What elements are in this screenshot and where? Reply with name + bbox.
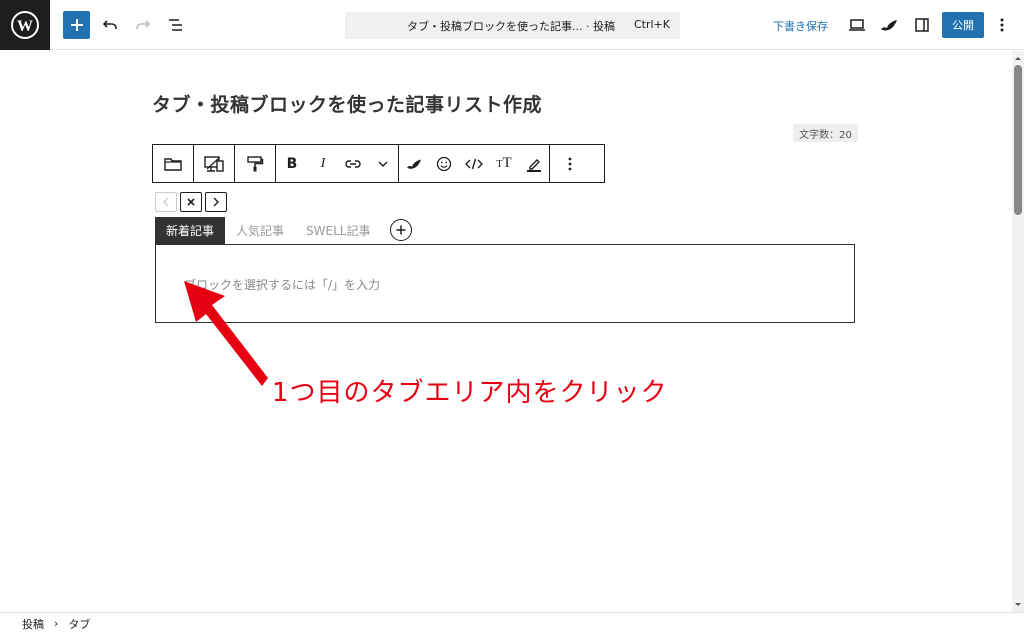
block-breadcrumb: 投稿 › タブ (0, 612, 1024, 634)
device-toggle-icon (204, 155, 224, 172)
chevron-left-icon (163, 197, 169, 207)
more-vertical-icon (1000, 18, 1004, 32)
sidebar-toggle-icon (915, 18, 929, 32)
scroll-down-icon (1015, 603, 1021, 606)
options-menu-button[interactable] (992, 11, 1012, 39)
annotation-text: 1つ目のタブエリア内をクリック (272, 378, 668, 408)
redo-button[interactable] (131, 11, 155, 39)
scrollbar-thumb[interactable] (1014, 65, 1022, 215)
tab-navigation-controls (155, 192, 227, 212)
save-draft-button[interactable]: 下書き保存 (773, 18, 828, 34)
wordpress-logo-button[interactable]: W (0, 0, 50, 50)
character-count-badge: 文字数：20 (793, 124, 858, 142)
breadcrumb-separator: › (54, 617, 59, 630)
command-palette-bar[interactable]: タブ・投稿ブロックを使った記事... · 投稿 Ctrl+K (345, 12, 680, 39)
block-toolbar: B I TT (152, 144, 605, 183)
settings-sidebar-button[interactable] (910, 11, 934, 39)
bold-button[interactable]: B (276, 145, 308, 182)
move-tab-left-button[interactable] (155, 192, 177, 212)
folder-tab-icon (164, 157, 182, 171)
emoji-button[interactable] (429, 145, 459, 182)
chevron-right-icon (213, 197, 219, 207)
more-vertical-icon (568, 157, 572, 170)
document-overview-button[interactable] (164, 11, 188, 39)
tab-swell-posts[interactable]: SWELL記事 (295, 217, 381, 244)
add-tab-button[interactable] (390, 219, 412, 241)
breadcrumb-item-post[interactable]: 投稿 (22, 616, 44, 632)
block-type-button[interactable] (153, 145, 193, 182)
link-button[interactable] (338, 145, 368, 182)
swell-leaf-icon (407, 159, 421, 169)
breadcrumb-item-tab[interactable]: タブ (68, 616, 90, 632)
paint-roller-icon (247, 155, 264, 171)
tab-content-area[interactable]: ブロックを選択するには「/」を入力 (155, 244, 855, 323)
swell-format-button[interactable] (399, 145, 429, 182)
block-inserter-button[interactable] (63, 11, 90, 39)
scroll-up-icon (1015, 57, 1021, 60)
command-shortcut: Ctrl+K (633, 18, 670, 31)
inline-code-button[interactable] (459, 145, 489, 182)
command-bar-title: タブ・投稿ブロックを使った記事... · 投稿 (407, 20, 615, 33)
tab-popular-posts[interactable]: 人気記事 (225, 217, 295, 244)
more-rich-text-button[interactable] (368, 145, 398, 182)
code-icon (465, 158, 483, 169)
link-icon (345, 159, 361, 168)
marker-pen-icon (527, 158, 541, 172)
publish-button[interactable]: 公開 (942, 12, 984, 38)
preview-button[interactable] (845, 11, 869, 39)
smiley-icon (436, 156, 452, 171)
laptop-icon (849, 19, 865, 31)
close-icon (187, 198, 195, 206)
undo-button[interactable] (98, 11, 122, 39)
style-brush-button[interactable] (235, 145, 275, 182)
plus-icon (396, 225, 406, 235)
post-title[interactable]: タブ・投稿ブロックを使った記事リスト作成 (152, 90, 542, 117)
swell-settings-button[interactable] (877, 11, 901, 39)
svg-text:W: W (17, 18, 33, 35)
move-tab-right-button[interactable] (205, 192, 227, 212)
text-size-icon: TT (496, 155, 512, 171)
swell-leaf-icon (881, 20, 897, 31)
italic-icon: I (320, 155, 326, 171)
tab-list: 新着記事 人気記事 SWELL記事 (155, 217, 381, 244)
editor-top-toolbar: W タブ・投稿ブロックを使った記事... · 投稿 Ctrl+K 下書き保存 公… (0, 0, 1024, 50)
device-visibility-button[interactable] (194, 145, 234, 182)
wordpress-icon: W (11, 11, 39, 39)
block-placeholder[interactable]: ブロックを選択するには「/」を入力 (184, 276, 380, 293)
tab-new-posts[interactable]: 新着記事 (155, 217, 226, 244)
block-options-button[interactable] (550, 145, 590, 182)
italic-button[interactable]: I (308, 145, 338, 182)
vertical-scrollbar[interactable] (1012, 51, 1024, 612)
redo-icon (136, 20, 151, 29)
list-view-icon (169, 19, 182, 31)
undo-icon (102, 20, 117, 29)
font-size-button[interactable]: TT (489, 145, 519, 182)
highlight-button[interactable] (519, 145, 549, 182)
plus-icon (70, 19, 83, 31)
chevron-down-icon (378, 161, 388, 167)
delete-tab-button[interactable] (180, 192, 202, 212)
bold-icon: B (286, 155, 298, 172)
